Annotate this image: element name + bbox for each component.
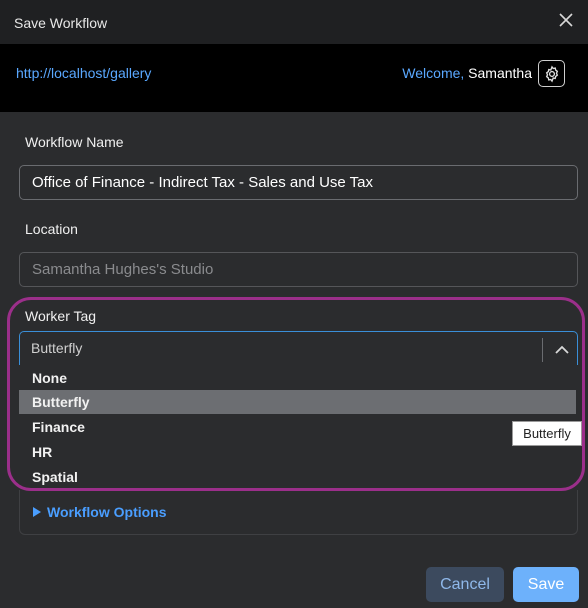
settings-gear-icon[interactable] — [538, 60, 565, 87]
worker-tag-option-spatial[interactable]: Spatial — [19, 465, 576, 489]
header-bar: http://localhost/gallery Welcome, Samant… — [0, 44, 588, 112]
worker-tag-option-hr[interactable]: HR — [19, 440, 576, 464]
dialog-title: Save Workflow — [14, 15, 108, 31]
chevron-up-icon[interactable] — [552, 340, 572, 358]
worker-tag-label: Worker Tag — [25, 308, 97, 324]
expand-triangle-icon — [33, 507, 41, 517]
option-tooltip: Butterfly — [512, 421, 582, 446]
workflow-name-input[interactable]: Office of Finance - Indirect Tax - Sales… — [19, 165, 578, 200]
workflow-options-label: Workflow Options — [47, 504, 167, 520]
save-button[interactable]: Save — [513, 567, 579, 602]
welcome-text: Welcome, Samantha — [402, 65, 532, 81]
select-divider — [542, 338, 543, 362]
welcome-label: Welcome, — [402, 65, 465, 81]
worker-tag-select[interactable]: Butterfly — [19, 331, 578, 365]
gallery-url-link[interactable]: http://localhost/gallery — [16, 65, 151, 81]
workflow-name-label: Workflow Name — [25, 134, 124, 150]
location-input: Samantha Hughes's Studio — [19, 252, 578, 287]
location-label: Location — [25, 221, 78, 237]
cancel-button[interactable]: Cancel — [426, 567, 504, 602]
worker-tag-option-butterfly[interactable]: Butterfly — [19, 390, 576, 414]
workflow-options-toggle[interactable]: Workflow Options — [33, 504, 167, 520]
user-name: Samantha — [468, 65, 532, 81]
close-icon[interactable] — [556, 10, 576, 30]
worker-tag-option-finance[interactable]: Finance — [19, 415, 576, 439]
title-bar: Save Workflow — [0, 0, 588, 44]
worker-tag-selected-value: Butterfly — [31, 340, 83, 356]
worker-tag-option-none[interactable]: None — [19, 366, 576, 390]
